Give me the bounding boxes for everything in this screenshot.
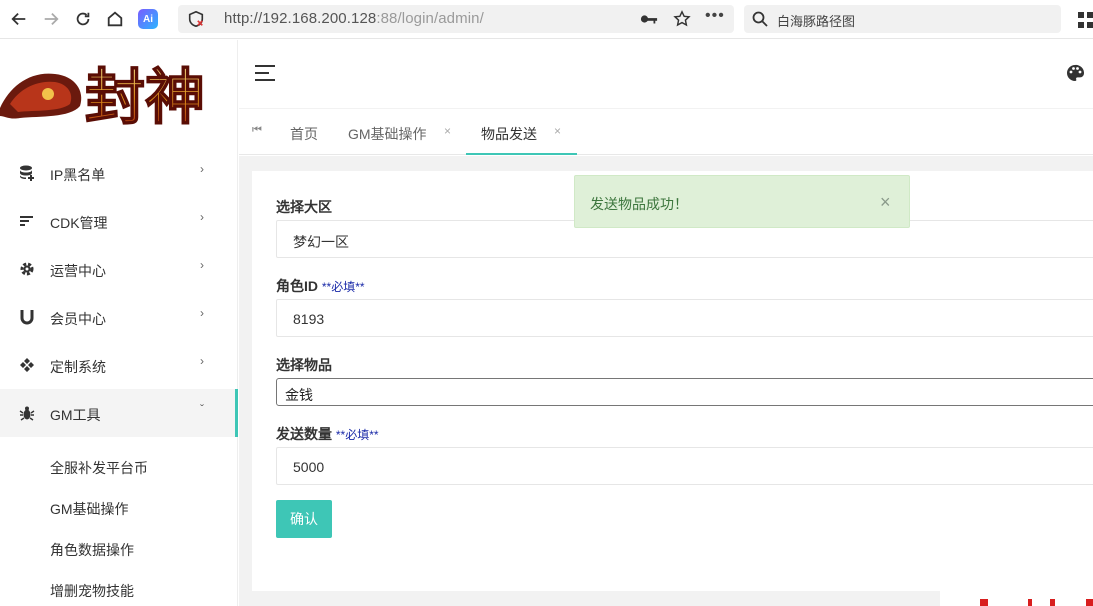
submenu-item-platform-coin[interactable]: 全服补发平台币 bbox=[50, 458, 148, 478]
star-icon[interactable] bbox=[673, 10, 691, 28]
chevron-right-icon: › bbox=[200, 258, 204, 272]
url-text: http://192.168.200.128:88/login/admin/ bbox=[224, 10, 484, 27]
key-icon[interactable] bbox=[640, 11, 658, 27]
search-icon bbox=[752, 11, 768, 27]
zone-label-text: 选择大区 bbox=[276, 199, 332, 215]
home-icon bbox=[107, 11, 123, 27]
tab-scroll-first-icon[interactable]: ⏮ bbox=[252, 124, 262, 137]
gear-icon bbox=[20, 262, 34, 276]
sidebar-item-custom-system[interactable]: 定制系统 › bbox=[0, 341, 236, 389]
game-logo: 封神 bbox=[0, 62, 206, 134]
item-select[interactable]: 金钱 bbox=[276, 378, 1093, 406]
role-id-label-text: 角色ID bbox=[276, 278, 318, 294]
quantity-required-note: **必填** bbox=[335, 428, 379, 442]
tab-home[interactable]: 首页 bbox=[290, 124, 318, 144]
toast-close-icon[interactable]: × bbox=[880, 192, 891, 213]
ai-assistant-icon[interactable]: Ai bbox=[138, 9, 158, 29]
quantity-value: 5000 bbox=[293, 459, 325, 475]
browser-toolbar: Ai http://192.168.200.128:88/login/admin… bbox=[0, 0, 1093, 39]
arrow-left-icon bbox=[11, 12, 26, 26]
tab-bar: ⏮ 首页 GM基础操作 × 物品发送 × bbox=[239, 108, 1093, 155]
sidebar-item-label: 会员中心 bbox=[50, 311, 106, 327]
overlay-fragment bbox=[940, 590, 1093, 606]
sidebar-item-label: 定制系统 bbox=[50, 359, 106, 375]
diamond-grid-icon bbox=[20, 358, 34, 372]
chevron-right-icon: › bbox=[200, 306, 204, 320]
sidebar-item-ip-blacklist[interactable]: IP黑名单 › bbox=[0, 149, 236, 197]
sidebar: 封神 IP黑名单 › CDK管理 › 运营中心 › 会员中心 › 定制系统 › … bbox=[0, 40, 238, 606]
item-label: 选择物品 bbox=[276, 355, 332, 375]
magnet-icon bbox=[20, 310, 34, 325]
sidebar-item-gm-tools[interactable]: GM工具 ˇ bbox=[0, 389, 238, 437]
chevron-down-icon: ˇ bbox=[200, 402, 204, 416]
tab-item-send[interactable]: 物品发送 bbox=[481, 124, 537, 144]
zone-label: 选择大区 bbox=[276, 197, 332, 217]
url-host: http://192.168.200.128 bbox=[224, 10, 377, 27]
sidebar-item-operations[interactable]: 运营中心 › bbox=[0, 245, 236, 293]
sidebar-item-label: 运营中心 bbox=[50, 263, 106, 279]
role-id-label: 角色ID **必填** bbox=[276, 276, 365, 296]
toast-message: 发送物品成功！ bbox=[590, 196, 688, 212]
chevron-right-icon: › bbox=[200, 162, 204, 176]
home-button[interactable] bbox=[104, 8, 126, 30]
shield-warning-icon[interactable] bbox=[187, 10, 205, 28]
back-button[interactable] bbox=[8, 8, 30, 30]
sidebar-item-cdk[interactable]: CDK管理 › bbox=[0, 197, 236, 245]
sidebar-item-label: IP黑名单 bbox=[50, 167, 106, 183]
role-id-required-note: **必填** bbox=[321, 280, 365, 294]
zone-value: 梦幻一区 bbox=[293, 234, 349, 250]
sidebar-item-members[interactable]: 会员中心 › bbox=[0, 293, 236, 341]
tab-item-send-close-icon[interactable]: × bbox=[554, 124, 561, 138]
role-id-value: 8193 bbox=[293, 311, 325, 327]
palette-icon[interactable] bbox=[1066, 64, 1084, 82]
sidebar-item-label: CDK管理 bbox=[50, 215, 108, 231]
item-label-text: 选择物品 bbox=[276, 357, 332, 373]
search-suggestion-text: 白海豚路径图 bbox=[777, 14, 856, 29]
submenu-item-role-data[interactable]: 角色数据操作 bbox=[50, 540, 134, 560]
more-options-icon[interactable]: ••• bbox=[705, 7, 725, 25]
submenu-item-gm-basic[interactable]: GM基础操作 bbox=[50, 499, 129, 519]
confirm-button[interactable]: 确认 bbox=[276, 500, 332, 538]
tab-gm-basic-close-icon[interactable]: × bbox=[444, 124, 451, 138]
url-path: :88/login/admin/ bbox=[376, 10, 484, 27]
sort-lines-icon bbox=[20, 216, 33, 226]
browser-search-box[interactable]: 白海豚路径图 bbox=[744, 5, 1061, 33]
reload-button[interactable] bbox=[72, 8, 94, 30]
submenu-item-pet-skills[interactable]: 增删宠物技能 bbox=[50, 581, 134, 601]
database-add-icon bbox=[20, 165, 34, 181]
address-bar[interactable]: http://192.168.200.128:88/login/admin/ •… bbox=[178, 5, 734, 33]
sidebar-item-label: GM工具 bbox=[50, 407, 101, 423]
arrow-right-icon bbox=[44, 12, 59, 26]
reload-icon bbox=[76, 12, 90, 26]
success-toast: 发送物品成功！ × bbox=[574, 175, 910, 228]
menu-toggle-icon[interactable] bbox=[255, 65, 275, 81]
role-id-input[interactable]: 8193 bbox=[276, 299, 1093, 337]
logo-title: 封神 bbox=[85, 63, 205, 133]
bug-icon bbox=[19, 406, 35, 421]
chevron-right-icon: › bbox=[200, 354, 204, 368]
quantity-label: 发送数量 **必填** bbox=[276, 424, 379, 444]
quantity-input[interactable]: 5000 bbox=[276, 447, 1093, 485]
quantity-label-text: 发送数量 bbox=[276, 426, 332, 442]
item-value: 金钱 bbox=[285, 387, 313, 403]
apps-grid-icon[interactable] bbox=[1078, 12, 1093, 28]
forward-button[interactable] bbox=[40, 8, 62, 30]
tab-gm-basic[interactable]: GM基础操作 bbox=[348, 124, 427, 144]
chevron-right-icon: › bbox=[200, 210, 204, 224]
